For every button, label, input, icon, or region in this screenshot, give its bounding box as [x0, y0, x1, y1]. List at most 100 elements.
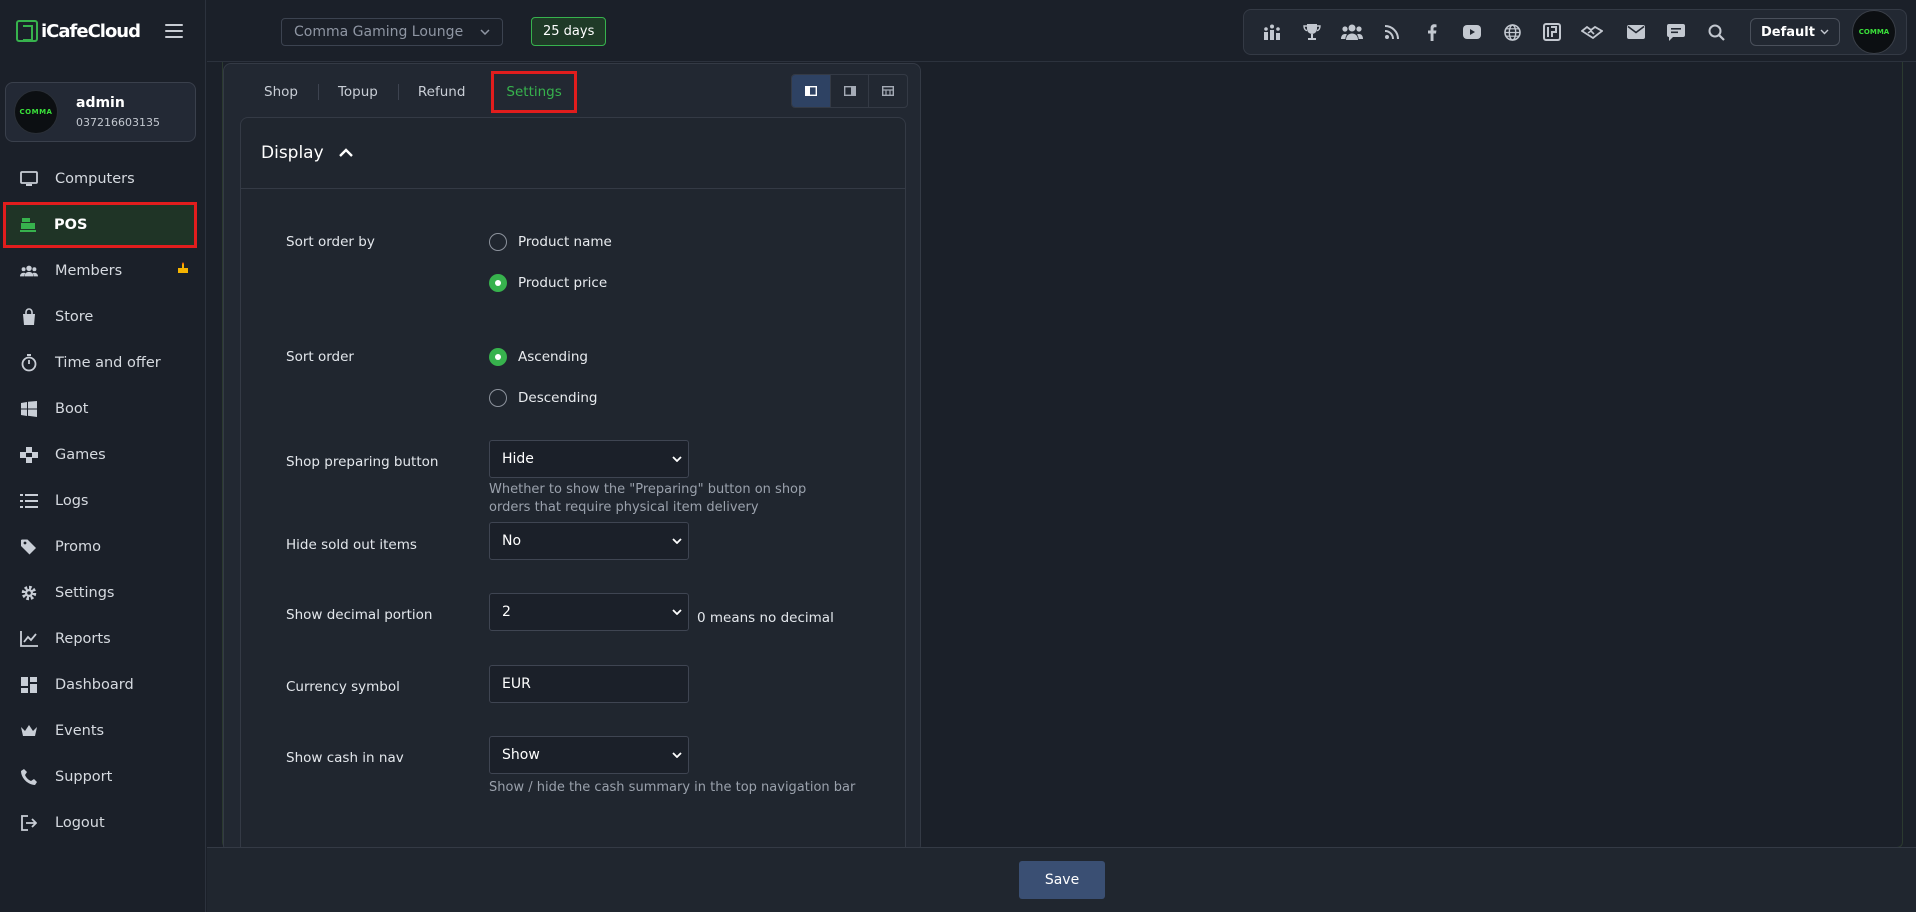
logout-icon: [20, 814, 38, 832]
radio-product-price[interactable]: Product price: [489, 274, 607, 292]
chat-icon[interactable]: [1656, 12, 1696, 52]
sidebar-item-support[interactable]: Support: [0, 754, 205, 800]
profile-select-value: Default: [1761, 24, 1815, 40]
radio-button-checked: [489, 348, 507, 366]
sidebar-item-label: Logout: [55, 815, 105, 831]
phone-icon: [20, 768, 38, 786]
sidebar: iCafeCloud COMMA admin 037216603135 Comp…: [0, 0, 206, 912]
gear-icon: [20, 584, 38, 602]
users-group-icon[interactable]: [1332, 12, 1372, 52]
account-avatar[interactable]: COMMA: [1852, 10, 1896, 54]
sidebar-item-time-and-offer[interactable]: Time and offer: [0, 340, 205, 386]
chevron-down-icon: [480, 29, 490, 35]
sidebar-item-label: Events: [55, 723, 105, 739]
hide-sold-out-select[interactable]: No: [489, 522, 689, 560]
logo-text: iCafeCloud: [41, 20, 141, 42]
sidebar-item-boot[interactable]: Boot: [0, 386, 205, 432]
facebook-icon[interactable]: [1412, 12, 1452, 52]
tag-icon: [20, 538, 38, 556]
radio-button-checked: [489, 274, 507, 292]
tab-topup[interactable]: Topup: [317, 72, 398, 112]
layout-grid-button[interactable]: [868, 75, 907, 107]
sidebar-item-events[interactable]: Events: [0, 708, 205, 754]
sidebar-item-label: Games: [55, 447, 106, 463]
tab-shop[interactable]: Shop: [244, 72, 318, 112]
rss-icon[interactable]: [1372, 12, 1412, 52]
tab-settings[interactable]: Settings: [491, 71, 577, 113]
radio-ascending[interactable]: Ascending: [489, 348, 588, 366]
profile-select[interactable]: Default: [1750, 18, 1840, 46]
sidebar-item-store[interactable]: Store: [0, 294, 205, 340]
branch-select[interactable]: Comma Gaming Lounge: [281, 18, 503, 46]
icafe-icon[interactable]: [1532, 12, 1572, 52]
layout-left-panel-button[interactable]: [792, 75, 830, 107]
globe-icon[interactable]: [1492, 12, 1532, 52]
chart-line-icon: [20, 630, 38, 648]
app-logo[interactable]: iCafeCloud: [16, 20, 141, 42]
cash-in-nav-select[interactable]: Show: [489, 736, 689, 774]
sidebar-item-label: Time and offer: [55, 355, 161, 371]
youtube-icon[interactable]: [1452, 12, 1492, 52]
avatar: COMMA: [14, 90, 58, 134]
avatar-text: COMMA: [19, 108, 53, 116]
layout-right-panel-button[interactable]: [829, 75, 869, 107]
decimal-portion-select[interactable]: 2: [489, 593, 689, 631]
currency-symbol-input[interactable]: EUR: [489, 665, 689, 703]
gamepad-icon: [20, 446, 38, 464]
logo-row: iCafeCloud: [0, 0, 205, 62]
mail-icon[interactable]: [1616, 12, 1656, 52]
cash-in-nav-label: Show cash in nav: [286, 750, 404, 766]
sidebar-item-reports[interactable]: Reports: [0, 616, 205, 662]
radio-descending[interactable]: Descending: [489, 389, 597, 407]
decimal-portion-label: Show decimal portion: [286, 607, 433, 623]
preparing-button-select[interactable]: Hide: [489, 440, 689, 478]
search-icon[interactable]: [1696, 12, 1736, 52]
user-name: admin: [76, 95, 125, 111]
sidebar-item-promo[interactable]: Promo: [0, 524, 205, 570]
leaderboard-icon[interactable]: [1252, 12, 1292, 52]
user-profile-card[interactable]: COMMA admin 037216603135: [5, 82, 196, 142]
sidebar-item-label: Store: [55, 309, 94, 325]
save-button[interactable]: Save: [1019, 861, 1105, 899]
sidebar-item-computers[interactable]: Computers: [0, 156, 205, 202]
chevron-down-icon: [672, 609, 682, 615]
decimal-note: 0 means no decimal: [697, 610, 834, 626]
sidebar-item-games[interactable]: Games: [0, 432, 205, 478]
sort-order-by-label: Sort order by: [286, 234, 375, 250]
display-section-header[interactable]: Display: [241, 118, 905, 189]
sidebar-item-pos[interactable]: POS: [3, 202, 197, 248]
tab-refund[interactable]: Refund: [397, 72, 486, 112]
select-value: 2: [502, 604, 511, 620]
radio-label: Descending: [518, 390, 598, 406]
monitor-icon: [20, 170, 38, 188]
users-icon: [20, 262, 38, 280]
sidebar-item-label: Dashboard: [55, 677, 134, 693]
radio-product-name[interactable]: Product name: [489, 233, 612, 251]
sidebar-item-label: Members: [55, 263, 123, 279]
radio-button: [489, 389, 507, 407]
icafe-logo-icon: [16, 20, 38, 42]
handshake-icon[interactable]: [1572, 12, 1612, 52]
dashboard-icon: [20, 676, 38, 694]
menu-toggle-icon[interactable]: [165, 24, 183, 38]
list-icon: [20, 492, 38, 510]
sidebar-item-members[interactable]: Members: [0, 248, 205, 294]
layout-toggle: [791, 74, 908, 108]
trophy-icon[interactable]: [1292, 12, 1332, 52]
birthday-cake-icon: [178, 262, 188, 273]
chevron-down-icon: [672, 538, 682, 544]
sidebar-item-logout[interactable]: Logout: [0, 800, 205, 846]
select-value: Hide: [502, 451, 534, 467]
section-title: Display: [261, 143, 324, 163]
cash-in-nav-hint: Show / hide the cash summary in the top …: [489, 780, 856, 795]
layout-right-icon: [843, 86, 856, 96]
sidebar-item-settings[interactable]: Settings: [0, 570, 205, 616]
preparing-button-label: Shop preparing button: [286, 454, 439, 470]
sidebar-item-logs[interactable]: Logs: [0, 478, 205, 524]
app-root: iCafeCloud COMMA admin 037216603135 Comp…: [0, 0, 1916, 912]
chevron-up-icon: [338, 148, 353, 157]
sidebar-item-dashboard[interactable]: Dashboard: [0, 662, 205, 708]
sort-order-label: Sort order: [286, 349, 354, 365]
sidebar-item-label: POS: [54, 217, 88, 233]
sidebar-item-label: Computers: [55, 171, 135, 187]
